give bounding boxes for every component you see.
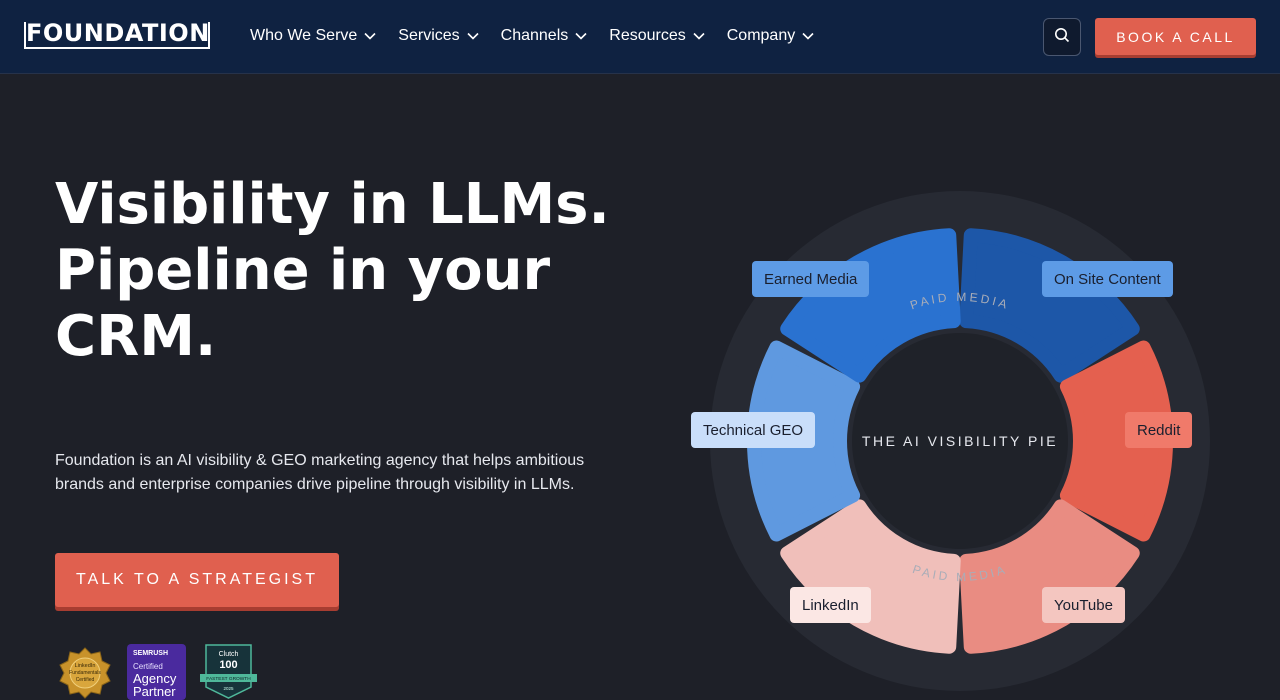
- badge-brand: Clutch: [219, 651, 239, 658]
- hero-title: Visibility in LLMs. Pipeline in your CRM…: [55, 172, 615, 370]
- badge-text: Certified: [133, 662, 163, 671]
- badge-text: LinkedIn: [75, 663, 96, 669]
- nav-item-channels[interactable]: Channels: [501, 24, 588, 48]
- semrush-agency-partner-badge: SEMRUSH Certified Agency Partner: [127, 644, 186, 700]
- badge-text: Agency Partner: [133, 671, 177, 699]
- nav-item-label: Resources: [609, 27, 686, 44]
- chevron-down-icon: [364, 27, 376, 45]
- nav-item-label: Channels: [500, 27, 569, 44]
- search-icon: [1054, 27, 1070, 48]
- segment-label-reddit[interactable]: Reddit: [1125, 412, 1193, 448]
- hero-title-line: Pipeline in your: [55, 238, 551, 303]
- foundation-logo[interactable]: FOUNDATION: [24, 19, 210, 49]
- search-button[interactable]: [1043, 18, 1081, 56]
- badge-number: 100: [219, 659, 237, 671]
- hero-description: Foundation is an AI visibility & GEO mar…: [55, 452, 585, 493]
- chevron-down-icon: [693, 27, 705, 45]
- pie-center-label: THE AI VISIBILITY PIE: [862, 433, 1058, 449]
- nav-item-label: Company: [726, 27, 796, 44]
- nav-item-services[interactable]: Services: [398, 24, 479, 48]
- badge-year: 2025: [223, 686, 234, 691]
- segment-label-earned-media[interactable]: Earned Media: [752, 261, 870, 297]
- nav-item-label: Who We Serve: [250, 27, 358, 44]
- nav-item-who-we-serve[interactable]: Who We Serve: [250, 24, 376, 48]
- nav-menu: Who We Serve Services Channels Resources…: [250, 24, 836, 48]
- segment-label-on-site-content[interactable]: On Site Content: [1042, 261, 1173, 297]
- hero-title-line: CRM.: [55, 304, 217, 369]
- badge-brand: SEMRUSH: [133, 650, 169, 657]
- hero-title-line: Visibility in LLMs.: [55, 172, 610, 237]
- nav-item-company[interactable]: Company: [727, 24, 814, 48]
- talk-to-strategist-button[interactable]: TALK TO A STRATEGIST: [55, 553, 339, 607]
- badge-text: Fundamentals: [69, 670, 101, 676]
- top-nav: FOUNDATION Who We Serve Services Channel…: [0, 0, 1280, 74]
- book-a-call-button[interactable]: BOOK A CALL: [1095, 18, 1256, 55]
- logo-text: FOUNDATION: [26, 19, 210, 47]
- chevron-down-icon: [575, 27, 587, 45]
- segment-label-youtube[interactable]: YouTube: [1042, 587, 1125, 623]
- chevron-down-icon: [802, 27, 814, 45]
- nav-item-resources[interactable]: Resources: [609, 24, 705, 48]
- badge-text: Certified: [76, 677, 95, 683]
- segment-label-linkedin[interactable]: LinkedIn: [790, 587, 871, 623]
- clutch-100-badge: Clutch 100 FASTEST GROWTH 2025: [200, 643, 257, 700]
- chevron-down-icon: [467, 27, 479, 45]
- nav-item-label: Services: [398, 27, 460, 44]
- linkedin-certified-badge: LinkedIn Fundamentals Certified: [56, 646, 114, 700]
- ai-visibility-pie: PAID MEDIA PAID MEDIA THE AI VISIBILITY …: [690, 190, 1230, 700]
- segment-label-technical-geo[interactable]: Technical GEO: [691, 412, 816, 448]
- badge-text: FASTEST GROWTH: [206, 676, 251, 682]
